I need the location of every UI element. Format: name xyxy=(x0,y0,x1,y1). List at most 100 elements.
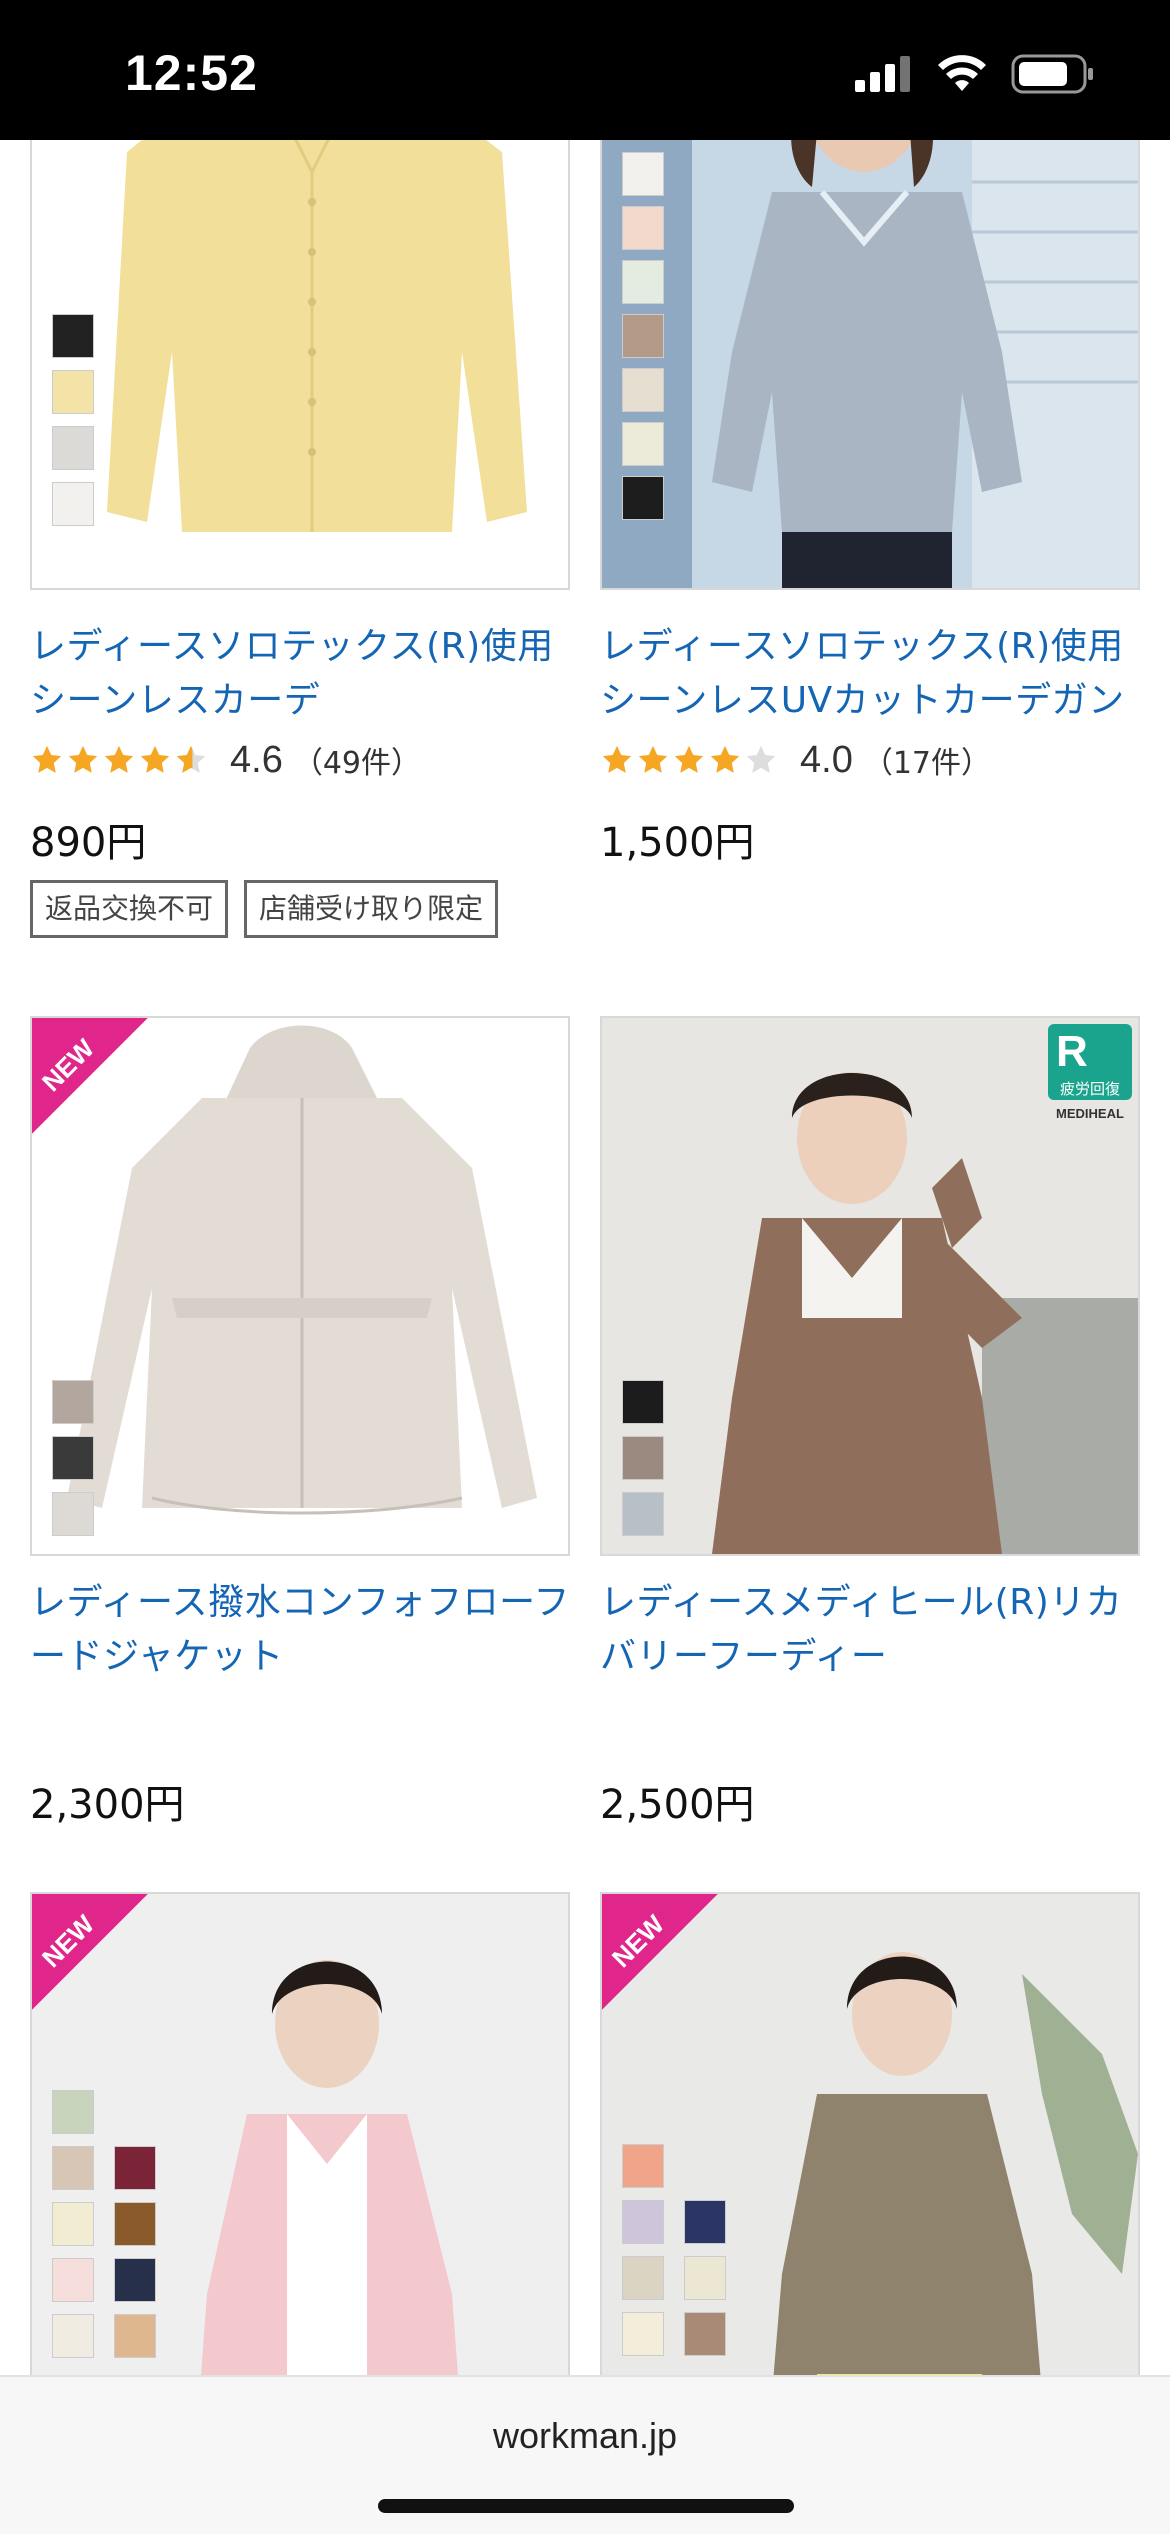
color-swatches xyxy=(622,2144,726,2356)
title-line[interactable]: レディースソロテックス(R)使用 xyxy=(600,620,1160,674)
title-line[interactable]: レディースソロテックス(R)使用 xyxy=(30,620,590,674)
star-icon xyxy=(104,745,134,773)
tag-no-return: 返品交換不可 xyxy=(30,880,229,938)
star-rating xyxy=(600,743,778,777)
swatch-navy[interactable] xyxy=(684,2200,726,2244)
half-star-icon xyxy=(176,745,206,773)
swatch-white[interactable] xyxy=(622,152,664,196)
swatch-wine[interactable] xyxy=(114,2146,156,2190)
product-price: 2,300円 xyxy=(30,1782,185,1828)
swatch-mocha[interactable] xyxy=(622,314,664,358)
review-count[interactable]: （17件） xyxy=(863,738,991,782)
product-title[interactable]: レディースソロテックス(R)使用 シーンレスカーデ xyxy=(30,620,590,728)
swatch-sage[interactable] xyxy=(52,2090,94,2134)
swatch-ivory[interactable] xyxy=(52,2314,94,2358)
swatch-ivory[interactable] xyxy=(622,2312,664,2356)
swatch-yellow[interactable] xyxy=(52,370,94,414)
rating: 4.0 （17件） xyxy=(600,738,991,782)
color-swatches xyxy=(52,2090,156,2358)
empty-star-icon xyxy=(746,745,776,773)
new-badge: NEW xyxy=(32,1894,148,2010)
swatch-camel[interactable] xyxy=(114,2314,156,2358)
swatch-coral[interactable] xyxy=(622,2144,664,2188)
swatch-pink[interactable] xyxy=(622,206,664,250)
swatch-black[interactable] xyxy=(52,314,94,358)
product-image[interactable]: R 疲労回復 MEDIHEAL xyxy=(600,1016,1140,1556)
product-price: 1,500円 xyxy=(600,820,755,866)
swatch-greige[interactable] xyxy=(52,1380,94,1424)
url-text[interactable]: workman.jp xyxy=(0,2415,1170,2457)
swatch-mocha[interactable] xyxy=(684,2312,726,2356)
product-card[interactable]: NEW レディース撥水コンフォフローフ ードジャケット 2,300円 xyxy=(30,1016,570,1828)
color-swatches xyxy=(622,152,664,520)
product-title[interactable]: レディース撥水コンフォフローフ ードジャケット xyxy=(30,1576,590,1684)
home-indicator[interactable] xyxy=(378,2499,794,2513)
swatch-white[interactable] xyxy=(52,482,94,526)
battery-icon xyxy=(1011,54,1093,94)
gray-cardigan-photo xyxy=(602,92,1138,588)
swatch-black[interactable] xyxy=(622,476,664,520)
swatch-navy[interactable] xyxy=(114,2258,156,2302)
swatch-brown[interactable] xyxy=(622,1436,664,1480)
star-icon xyxy=(638,745,668,773)
star-icon xyxy=(710,745,740,773)
star-icon xyxy=(140,745,170,773)
product-card[interactable]: レディースソロテックス(R)使用 シーンレスカーデ 4.6 （49件） 890円… xyxy=(30,90,570,938)
browser-address-bar[interactable]: workman.jp xyxy=(0,2375,1170,2534)
swatch-brown[interactable] xyxy=(114,2202,156,2246)
product-price: 2,500円 xyxy=(600,1782,755,1828)
swatch-mocha[interactable] xyxy=(52,2146,94,2190)
review-count[interactable]: （49件） xyxy=(293,738,421,782)
swatch-pink[interactable] xyxy=(52,2258,94,2302)
new-badge-label: NEW xyxy=(605,1909,671,1974)
swatch-lavender[interactable] xyxy=(622,2200,664,2244)
swatch-black[interactable] xyxy=(622,1380,664,1424)
new-badge: NEW xyxy=(32,1018,148,1134)
product-card[interactable]: NEW xyxy=(600,1892,1140,2432)
star-icon xyxy=(68,745,98,773)
swatch-mint[interactable] xyxy=(622,260,664,304)
product-image[interactable]: NEW xyxy=(30,1016,570,1556)
tag-list: 返品交換不可 店舗受け取り限定 xyxy=(30,880,499,938)
title-line[interactable]: レディースメディヒール(R)リカ xyxy=(600,1576,1160,1630)
status-bar: 12:52 xyxy=(0,0,1170,140)
new-badge-label: NEW xyxy=(35,1033,101,1098)
title-line[interactable]: レディース撥水コンフォフローフ xyxy=(30,1576,590,1630)
swatch-gray[interactable] xyxy=(52,426,94,470)
star-icon xyxy=(602,745,632,773)
title-line[interactable]: シーンレスUVカットカーデガン xyxy=(600,674,1160,728)
title-line[interactable]: バリーフーディー xyxy=(600,1630,1160,1684)
star-icon xyxy=(674,745,704,773)
swatch-light-gray[interactable] xyxy=(52,1492,94,1536)
cellular-signal-icon xyxy=(855,56,910,92)
swatch-blue-gray[interactable] xyxy=(622,1492,664,1536)
status-icons xyxy=(855,52,1095,96)
color-swatches xyxy=(52,1380,94,1536)
product-image[interactable]: NEW xyxy=(30,1892,570,2432)
recovery-r-icon: R xyxy=(1056,1027,1088,1076)
rating: 4.6 （49件） xyxy=(30,738,421,782)
product-title[interactable]: レディースメディヒール(R)リカ バリーフーディー xyxy=(600,1576,1160,1684)
swatch-cream[interactable] xyxy=(52,2202,94,2246)
swatch-ivory[interactable] xyxy=(622,422,664,466)
mediheal-brand-badge: R 疲労回復 MEDIHEAL xyxy=(1042,1024,1138,1134)
swatch-beige[interactable] xyxy=(622,368,664,412)
star-rating xyxy=(30,743,208,777)
swatch-cream[interactable] xyxy=(684,2256,726,2300)
title-line[interactable]: ードジャケット xyxy=(30,1630,590,1684)
product-card[interactable]: レディースソロテックス(R)使用 シーンレスUVカットカーデガン 4.0 （17… xyxy=(600,90,1140,866)
yellow-cardigan-image xyxy=(32,92,568,588)
product-image[interactable] xyxy=(30,90,570,590)
color-swatches xyxy=(52,314,94,526)
wifi-icon xyxy=(938,55,986,91)
product-image[interactable]: NEW xyxy=(600,1892,1140,2432)
product-card[interactable]: NEW xyxy=(30,1892,570,2432)
rating-score: 4.6 xyxy=(230,738,283,781)
title-line[interactable]: シーンレスカーデ xyxy=(30,674,590,728)
swatch-charcoal[interactable] xyxy=(52,1436,94,1480)
product-price: 890円 xyxy=(30,820,147,866)
swatch-greige[interactable] xyxy=(622,2256,664,2300)
product-card[interactable]: R 疲労回復 MEDIHEAL レディースメディヒール(R)リカ バリーフーディ… xyxy=(600,1016,1140,1828)
product-image[interactable] xyxy=(600,90,1140,590)
product-title[interactable]: レディースソロテックス(R)使用 シーンレスUVカットカーデガン xyxy=(600,620,1160,728)
